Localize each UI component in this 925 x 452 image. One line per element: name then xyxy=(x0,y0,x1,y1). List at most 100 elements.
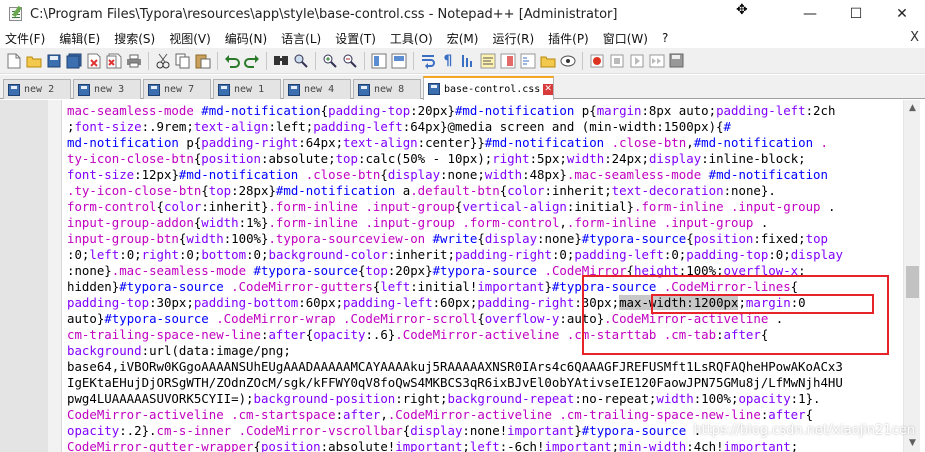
saved-disk-icon xyxy=(358,83,370,96)
stop-record-icon[interactable] xyxy=(609,53,625,69)
play-multiple-icon[interactable] xyxy=(649,53,665,69)
word-wrap-icon[interactable] xyxy=(420,53,436,69)
monitoring-icon[interactable] xyxy=(560,53,576,69)
menu-item[interactable]: 工具(O) xyxy=(390,30,433,47)
menu-item[interactable]: 文件(F) xyxy=(5,30,45,47)
doc-map-icon[interactable] xyxy=(500,53,516,69)
menu-item[interactable]: 运行(R) xyxy=(492,30,534,47)
menu-item[interactable]: 编码(N) xyxy=(225,30,267,47)
tab-new-1[interactable]: new 1 xyxy=(213,79,281,99)
code-token: margin xyxy=(596,103,642,118)
play-macro-icon[interactable] xyxy=(629,53,645,69)
code-token: .mac-seamless-mode xyxy=(566,167,709,182)
menu-item[interactable]: 窗口(W) xyxy=(603,30,648,47)
sync-horizontal-icon[interactable] xyxy=(391,53,407,69)
code-token: .close-btn xyxy=(611,135,687,150)
code-token: #md-notification xyxy=(708,167,828,182)
tab-new-8[interactable]: new 8 xyxy=(353,79,421,99)
code-token: { xyxy=(253,439,261,452)
menu-item[interactable]: 搜索(S) xyxy=(114,30,155,47)
menu-item[interactable]: 视图(V) xyxy=(169,30,211,47)
code-token: :.9rem; xyxy=(141,119,194,134)
code-token: top xyxy=(805,231,828,246)
code-token: cm-trailing-space-new-line xyxy=(67,327,261,342)
tab-new-2[interactable]: new 2 xyxy=(3,79,71,99)
zoom-out-icon[interactable] xyxy=(342,53,358,69)
menu-close-doc-button[interactable]: X xyxy=(910,30,919,45)
close-window-button[interactable]: ✕ xyxy=(879,0,925,28)
cut-icon[interactable] xyxy=(155,53,171,69)
annotation-box-max-width xyxy=(651,294,874,314)
new-file-icon[interactable] xyxy=(6,53,22,69)
udl-icon[interactable] xyxy=(480,53,496,69)
move-cursor-icon: ✥ xyxy=(736,2,748,18)
close-all-icon[interactable] xyxy=(106,53,122,69)
code-token: left xyxy=(469,439,500,452)
code-token: :2ch xyxy=(805,103,836,118)
code-token: .CodeMirror-wrap xyxy=(216,311,344,326)
show-all-chars-icon[interactable]: ¶ xyxy=(440,53,456,69)
tab-close-icon[interactable]: ✕ xyxy=(543,83,553,95)
code-token: , xyxy=(559,215,567,230)
copy-icon[interactable] xyxy=(175,53,191,69)
code-line: ;font-size:.9rem;text-align:left;padding… xyxy=(67,119,901,135)
undo-icon[interactable] xyxy=(224,53,240,69)
code-token: text-decoration xyxy=(611,183,724,198)
scroll-up-button[interactable]: ▲ xyxy=(904,100,921,117)
menu-item[interactable]: 插件(P) xyxy=(548,30,589,47)
indent-guide-icon[interactable] xyxy=(460,53,476,69)
close-icon[interactable] xyxy=(86,53,102,69)
record-macro-icon[interactable] xyxy=(589,53,605,69)
code-token: right xyxy=(141,247,179,262)
code-token: .form-inline xyxy=(268,199,366,214)
tab-new-3[interactable]: new 3 xyxy=(73,79,141,99)
folder-workspace-icon[interactable] xyxy=(540,53,556,69)
code-token: :4ch! xyxy=(686,439,724,452)
tab-base-control-css[interactable]: base-control.css ✕ xyxy=(423,76,554,100)
menu-item[interactable]: 编辑(E) xyxy=(59,30,100,47)
open-file-icon[interactable] xyxy=(26,53,42,69)
code-token: :20px} xyxy=(410,103,455,118)
save-icon[interactable] xyxy=(46,53,62,69)
menu-item[interactable]: ? xyxy=(662,31,668,45)
tab-new-7[interactable]: new 7 xyxy=(143,79,211,99)
save-all-icon[interactable] xyxy=(66,53,82,69)
code-token: pwg4LUAAAAASUVORK5CYII=) xyxy=(67,391,247,406)
vertical-scrollbar[interactable]: ▲ ▼ xyxy=(903,100,920,452)
save-macro-icon[interactable] xyxy=(669,53,685,69)
print-icon[interactable] xyxy=(126,53,142,69)
menu-item[interactable]: 宏(M) xyxy=(447,30,479,47)
menu-item[interactable]: 语言(L) xyxy=(281,30,321,47)
code-token: position xyxy=(260,439,321,452)
code-token: width xyxy=(656,391,694,406)
code-token: { xyxy=(686,231,694,246)
code-token: :0; xyxy=(67,247,90,262)
code-token: :30px; xyxy=(149,295,194,310)
code-token: :none! xyxy=(462,423,508,438)
code-token: display xyxy=(410,423,463,438)
code-token: #md-notification xyxy=(201,103,321,118)
code-token: :1}. xyxy=(790,391,821,406)
scroll-thumb[interactable] xyxy=(906,266,919,298)
code-line: md-notification p{padding-right:64px;tex… xyxy=(67,135,901,151)
menu-item[interactable]: 设置(T) xyxy=(335,30,376,47)
redo-icon[interactable] xyxy=(244,53,260,69)
zoom-in-icon[interactable] xyxy=(322,53,338,69)
maximize-button[interactable]: ☐ xyxy=(833,0,879,28)
sync-vertical-icon[interactable] xyxy=(371,53,387,69)
replace-icon[interactable] xyxy=(293,53,309,69)
minimize-button[interactable]: — xyxy=(787,0,833,28)
code-token: .CodeMirror-activeline xyxy=(387,407,560,422)
code-token: :24px; xyxy=(604,151,649,166)
code-token: :60px; xyxy=(432,295,478,310)
code-token: .cm-startspace xyxy=(231,407,336,422)
function-list-icon[interactable] xyxy=(520,53,536,69)
code-token: IgEKtaEHujDjORSgWTH/ZOdnZOcM/sgk/kFFWY0q… xyxy=(67,375,843,390)
code-token: position xyxy=(201,151,261,166)
code-token: :inherit; xyxy=(387,247,455,262)
find-icon[interactable] xyxy=(273,53,289,69)
code-token: { xyxy=(477,311,485,326)
tab-new-4[interactable]: new 4 xyxy=(283,79,351,99)
paste-icon[interactable] xyxy=(195,53,211,69)
code-token: after xyxy=(768,407,806,422)
